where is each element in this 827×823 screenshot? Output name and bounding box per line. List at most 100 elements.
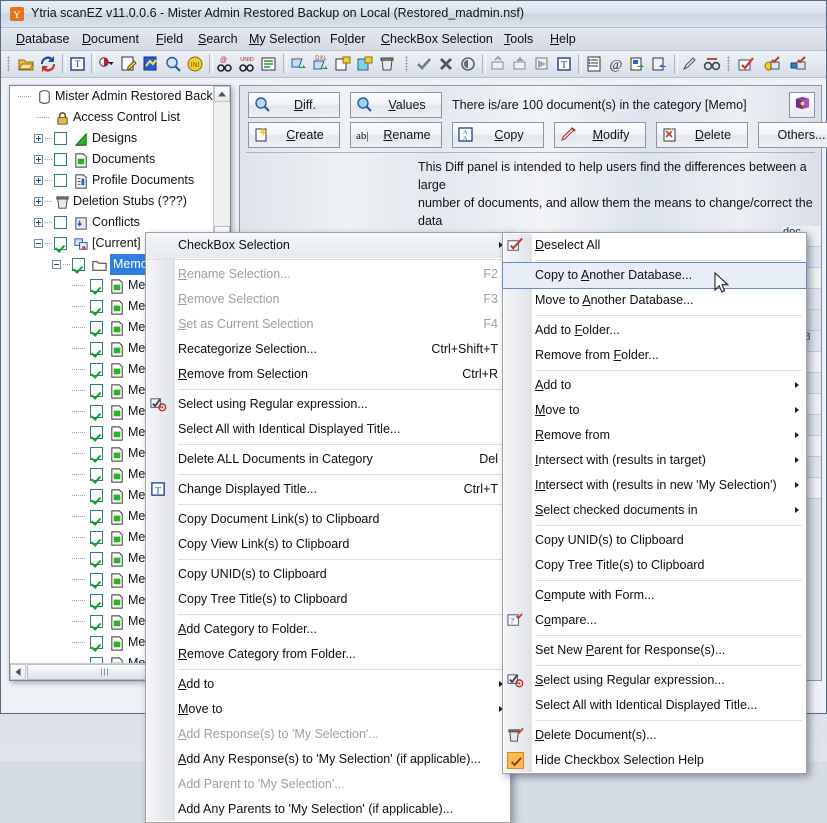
add-tree2-icon[interactable] [511, 55, 529, 73]
menu-item-copy-unids[interactable]: Copy UNID(s) to Clipboard [503, 528, 806, 553]
tree-expander[interactable] [34, 239, 43, 248]
menu-item-copy-tree-titles[interactable]: Copy Tree Title(s) to Clipboard [146, 587, 510, 612]
tree-checkbox[interactable] [90, 531, 103, 544]
add-tree-icon[interactable] [489, 55, 507, 73]
list-green-icon[interactable] [260, 55, 278, 73]
tree-expander[interactable] [34, 155, 43, 164]
import-dxl-icon[interactable]: DXL [312, 55, 330, 73]
menu-item-intersect-with-target[interactable]: Intersect with (results in target) [503, 448, 806, 473]
checkbox-gear-icon[interactable] [763, 55, 781, 73]
menu-item-delete-documents[interactable]: Delete Document(s)... [503, 723, 806, 748]
menu-item-select-using-regex[interactable]: Select using Regular expression... [503, 668, 806, 693]
tree-checkbox[interactable] [90, 321, 103, 334]
invert-icon[interactable] [459, 55, 477, 73]
tree-expander[interactable] [52, 260, 61, 269]
menu-item-select-checked-documents-in[interactable]: Select checked documents in [503, 498, 806, 523]
tree-checkbox[interactable] [90, 573, 103, 586]
toolbar-grip[interactable] [7, 56, 10, 72]
menu-item-remove-from-selection[interactable]: Remove from SelectionCtrl+R [146, 362, 510, 387]
tree-checkbox[interactable] [90, 426, 103, 439]
rename-button[interactable]: ab| Rename [350, 122, 442, 148]
tree-node[interactable]: Documents [10, 149, 213, 170]
at-icon[interactable]: @ [607, 55, 625, 73]
tree-checkbox[interactable] [54, 132, 67, 145]
title-box-icon[interactable]: T [69, 55, 87, 73]
scroll-left-arrow[interactable] [10, 664, 26, 680]
tree-checkbox[interactable] [90, 342, 103, 355]
menu-help[interactable]: Help [545, 31, 581, 47]
menu-item-remove-from-folder[interactable]: Remove from Folder... [503, 343, 806, 368]
scroll-up-arrow[interactable] [214, 86, 230, 102]
menu-item-remove-from[interactable]: Remove from [503, 423, 806, 448]
tree-expander[interactable] [34, 197, 43, 206]
ini-icon[interactable]: INI [186, 55, 204, 73]
menu-item-add-to-folder[interactable]: Add to Folder... [503, 318, 806, 343]
tree-checkbox[interactable] [54, 174, 67, 187]
menu-item-compare[interactable]: ?Compare... [503, 608, 806, 633]
copy-database-icon[interactable] [356, 55, 374, 73]
modify-button[interactable]: Modify [554, 122, 646, 148]
menu-item-deselect-all[interactable]: Deselect All [503, 233, 806, 258]
menu-item-copy-view-links[interactable]: Copy View Link(s) to Clipboard [146, 532, 510, 557]
menu-item-copy-unids[interactable]: Copy UNID(s) to Clipboard [146, 562, 510, 587]
search-unid-icon[interactable]: UNID [238, 55, 256, 73]
create-button[interactable]: Create [248, 122, 340, 148]
import-document-icon[interactable] [142, 55, 160, 73]
menu-item-move-to[interactable]: Move to [503, 398, 806, 423]
tree-expander[interactable] [34, 218, 43, 227]
menu-item-add-to[interactable]: Add to [503, 373, 806, 398]
title-t-icon[interactable]: T [555, 55, 573, 73]
submenu-checkbox-selection[interactable]: Deselect All Copy to Another Database... M… [502, 232, 807, 774]
copy-document-icon[interactable] [334, 55, 352, 73]
menu-item-move-to[interactable]: Move to [146, 697, 510, 722]
menu-item-add-to[interactable]: Add to [146, 672, 510, 697]
menu-item-add-any-parents-to-my-selection[interactable]: Add Any Parents to 'My Selection' (if ap… [146, 797, 510, 822]
import-arrow-icon[interactable] [651, 55, 669, 73]
tree-checkbox[interactable] [90, 363, 103, 376]
tree-checkbox[interactable] [54, 237, 67, 250]
menu-folder[interactable]: Folder [325, 31, 370, 47]
toolbar-grip[interactable] [405, 56, 408, 72]
menu-item-recategorize-selection[interactable]: Recategorize Selection...Ctrl+Shift+T [146, 337, 510, 362]
tree-checkbox[interactable] [54, 216, 67, 229]
help-book-button[interactable] [789, 92, 815, 118]
tree-checkbox[interactable] [90, 510, 103, 523]
check-icon[interactable] [415, 55, 433, 73]
tree-checkbox[interactable] [90, 489, 103, 502]
menu-item-intersect-with-new-selection[interactable]: Intersect with (results in new 'My Selec… [503, 473, 806, 498]
tree-expander[interactable] [34, 176, 43, 185]
tree-node[interactable]: Profile Documents [10, 170, 213, 191]
search-document-icon[interactable] [164, 55, 182, 73]
tree-checkbox[interactable] [90, 594, 103, 607]
trash-icon[interactable] [378, 55, 396, 73]
tree-checkbox[interactable] [90, 384, 103, 397]
copy-button[interactable]: AA Copy [452, 122, 544, 148]
tree-checkbox[interactable] [90, 552, 103, 565]
menu-checkbox-selection[interactable]: CheckBox Selection [376, 31, 498, 47]
menu-item-add-category-to-folder[interactable]: Add Category to Folder... [146, 617, 510, 642]
tree-node[interactable]: Designs [10, 128, 213, 149]
brush-icon[interactable] [681, 55, 699, 73]
values-button[interactable]: Values [350, 92, 442, 118]
tree-checkbox[interactable] [72, 258, 85, 271]
binocular-icon[interactable] [703, 55, 721, 73]
refresh-icon[interactable] [39, 55, 57, 73]
cross-icon[interactable] [437, 55, 455, 73]
menu-item-select-all-identical-title[interactable]: Select All with Identical Displayed Titl… [146, 417, 510, 442]
open-folder-icon[interactable] [17, 55, 35, 73]
tree-node[interactable]: Mister Admin Restored Backup [10, 86, 213, 107]
menu-item-copy-to-another-database[interactable]: Copy to Another Database... [503, 263, 806, 288]
tree-checkbox[interactable] [90, 468, 103, 481]
menu-document[interactable]: Document [77, 31, 144, 47]
tree-checkbox[interactable] [90, 636, 103, 649]
menu-item-remove-category-from-folder[interactable]: Remove Category from Folder... [146, 642, 510, 667]
edit-document-icon[interactable] [120, 55, 138, 73]
diff-button[interactable]: Diff. [248, 92, 340, 118]
menu-field[interactable]: Field [151, 31, 188, 47]
menu-tools[interactable]: Tools [499, 31, 538, 47]
menu-item-set-new-parent[interactable]: Set New Parent for Response(s)... [503, 638, 806, 663]
tree-node[interactable]: Deletion Stubs (???) [10, 191, 213, 212]
checkbox-red-icon[interactable] [737, 55, 755, 73]
export-arrow-icon[interactable] [629, 55, 647, 73]
menu-item-select-all-identical-title[interactable]: Select All with Identical Displayed Titl… [503, 693, 806, 718]
